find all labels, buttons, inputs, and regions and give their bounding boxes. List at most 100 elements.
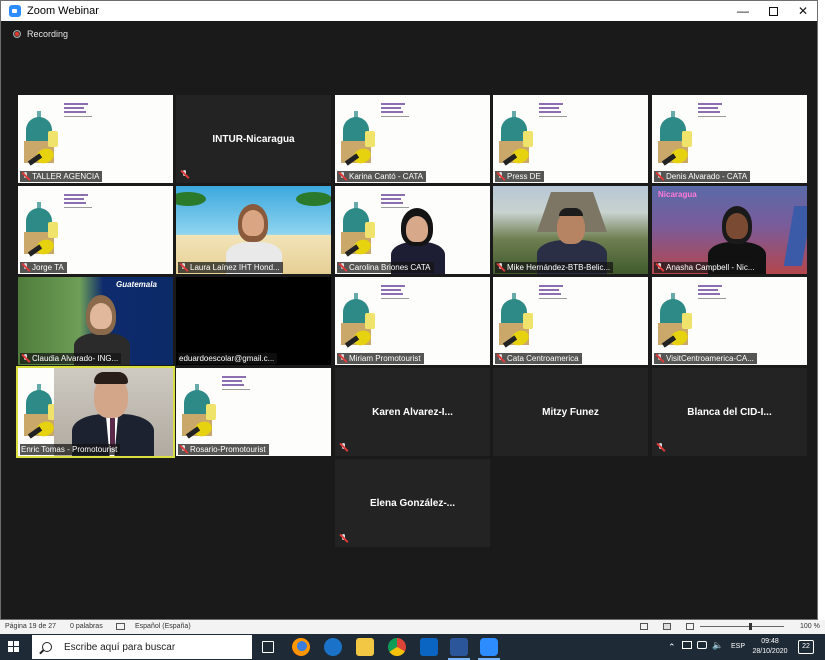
participant-tile[interactable]: Cata Centroamerica (493, 277, 648, 365)
participant-name-label: Cata Centroamerica (495, 353, 582, 364)
participant-tile[interactable]: TALLER AGENCIA (18, 95, 173, 183)
zoom-window: Zoom Webinar — ✕ Recording TALLER AGENCI… (0, 0, 818, 620)
participant-name: Mike Hernández-BTB-Belic... (507, 263, 611, 272)
taskbar-search-box[interactable]: Escribe aquí para buscar (32, 635, 252, 659)
presentation-slide-thumbnail (18, 186, 173, 274)
participant-name-label: Miriam Promotourist (337, 353, 424, 364)
participant-name-label: Jorge TA (20, 262, 67, 273)
participant-name-label: VisitCentroamerica-CA... (654, 353, 757, 364)
word-icon[interactable] (450, 638, 468, 656)
zoom-level[interactable]: 100 % (800, 623, 820, 630)
participant-tile[interactable]: Press DE (493, 95, 648, 183)
participant-tile[interactable]: Carolina Briones CATA (335, 186, 490, 274)
participant-name: Jorge TA (32, 263, 64, 272)
participant-name: Mitzy Funez (542, 406, 599, 418)
zoom-app-icon (9, 5, 21, 17)
recording-label: Recording (27, 29, 69, 39)
outlook-icon[interactable] (420, 638, 438, 656)
participant-name-label: Rosario-Promotourist (178, 444, 269, 455)
close-button[interactable]: ✕ (788, 1, 817, 21)
participant-name-label: Carolina Briones CATA (337, 262, 434, 273)
participant-tile[interactable]: Nicaragua Anasha Campbell - Nic... (652, 186, 807, 274)
recording-indicator[interactable]: Recording (13, 29, 68, 39)
network-icon[interactable] (682, 641, 692, 649)
presentation-slide-thumbnail (18, 95, 173, 183)
title-bar: Zoom Webinar — ✕ (1, 1, 817, 21)
task-view-icon[interactable] (262, 641, 274, 653)
participant-tile[interactable]: Miriam Promotourist (335, 277, 490, 365)
minimize-button[interactable]: — (728, 1, 758, 21)
muted-mic-icon (179, 445, 188, 454)
participant-tile[interactable]: Karina Cantó - CATA (335, 95, 490, 183)
participant-tile[interactable]: Laura Laínez IHT Hond... (176, 186, 331, 274)
windows-taskbar: Escribe aquí para buscar ⌃ 🔈 ESP 09:48 2… (0, 634, 825, 660)
muted-mic-icon (655, 354, 664, 363)
page-count[interactable]: Página 19 de 27 (5, 623, 56, 630)
zoom-slider-thumb[interactable] (749, 623, 752, 630)
maximize-icon (768, 6, 778, 16)
participant-name: Karen Alvarez-I... (372, 406, 453, 418)
participant-tile[interactable]: Rosario-Promotourist (176, 368, 331, 456)
show-hidden-icons-chevron-icon[interactable]: ⌃ (668, 642, 676, 653)
participant-tile[interactable]: Karen Alvarez-I... (335, 368, 490, 456)
participant-tile[interactable]: VisitCentroamerica-CA... (652, 277, 807, 365)
word-count[interactable]: 0 palabras (70, 623, 103, 630)
volume-icon[interactable]: 🔈 (712, 640, 723, 651)
muted-mic-icon (338, 263, 347, 272)
muted-mic-icon (21, 263, 30, 272)
presentation-slide-thumbnail (652, 277, 807, 365)
clock[interactable]: 09:48 28/10/2020 (748, 637, 792, 657)
participant-tile[interactable]: Guatemala Claudia Alvarado- ING... (18, 277, 173, 365)
participant-tile[interactable]: Denis Alvarado - CATA (652, 95, 807, 183)
participant-name-label: TALLER AGENCIA (20, 171, 103, 182)
presentation-slide-thumbnail (335, 95, 490, 183)
language-indicator[interactable]: Español (España) (135, 623, 191, 630)
participant-video: Nicaragua (652, 186, 807, 274)
muted-mic-icon (180, 170, 189, 179)
muted-mic-icon (496, 354, 505, 363)
participant-tile[interactable]: Elena González-... (335, 459, 490, 547)
muted-mic-icon (339, 534, 348, 543)
notification-center-icon[interactable]: 22 (798, 640, 814, 654)
participant-name: Rosario-Promotourist (190, 445, 266, 454)
participant-name: Elena González-... (369, 497, 456, 509)
print-layout-icon[interactable] (663, 623, 671, 630)
read-mode-icon[interactable] (640, 623, 648, 630)
chrome-icon[interactable] (388, 638, 406, 656)
muted-mic-icon (338, 172, 347, 181)
presentation-slide-thumbnail (493, 95, 648, 183)
participant-tile[interactable]: Blanca del CID-I... (652, 368, 807, 456)
windows-start-icon[interactable] (8, 641, 20, 653)
presentation-slide-thumbnail (493, 277, 648, 365)
proofing-icon[interactable] (116, 623, 125, 630)
muted-mic-icon (656, 443, 665, 452)
participant-tile[interactable]: Mike Hernández-BTB-Belic... (493, 186, 648, 274)
participant-name-label: Karina Cantó - CATA (337, 171, 426, 182)
participant-name: Carolina Briones CATA (349, 263, 431, 272)
participant-tile[interactable]: Mitzy Funez (493, 368, 648, 456)
participant-name: Denis Alvarado - CATA (666, 172, 748, 181)
participant-tile[interactable]: eduardoescolar@gmail.c... (176, 277, 331, 365)
participant-name-label: Anasha Campbell - Nic... (654, 262, 758, 273)
participant-name: Claudia Alvarado- ING... (32, 354, 119, 363)
participant-name: Cata Centroamerica (507, 354, 579, 363)
battery-icon[interactable] (697, 641, 707, 649)
file-explorer-icon[interactable] (356, 638, 374, 656)
participant-tile[interactable]: Jorge TA (18, 186, 173, 274)
clock-date: 28/10/2020 (752, 648, 788, 655)
zoom-taskbar-icon[interactable] (480, 638, 498, 656)
participant-tile[interactable]: INTUR-Nicaragua (176, 95, 331, 183)
participant-name: Laura Laínez IHT Hond... (190, 263, 280, 272)
maximize-button[interactable] (758, 1, 788, 21)
firefox-icon[interactable] (292, 638, 310, 656)
participant-tile-active-speaker[interactable]: Enric Tomas - Promotourist (16, 366, 175, 458)
recording-icon (13, 30, 21, 38)
participant-name-label: Claudia Alvarado- ING... (20, 353, 122, 364)
participant-name: eduardoescolar@gmail.c... (179, 354, 275, 363)
edge-icon[interactable] (324, 638, 342, 656)
input-language[interactable]: ESP (731, 643, 745, 650)
participant-name-label: Enric Tomas - Promotourist (20, 444, 121, 455)
word-status-bar: Página 19 de 27 0 palabras Español (Espa… (0, 620, 825, 634)
zoom-slider[interactable] (700, 626, 784, 627)
web-layout-icon[interactable] (686, 623, 694, 630)
